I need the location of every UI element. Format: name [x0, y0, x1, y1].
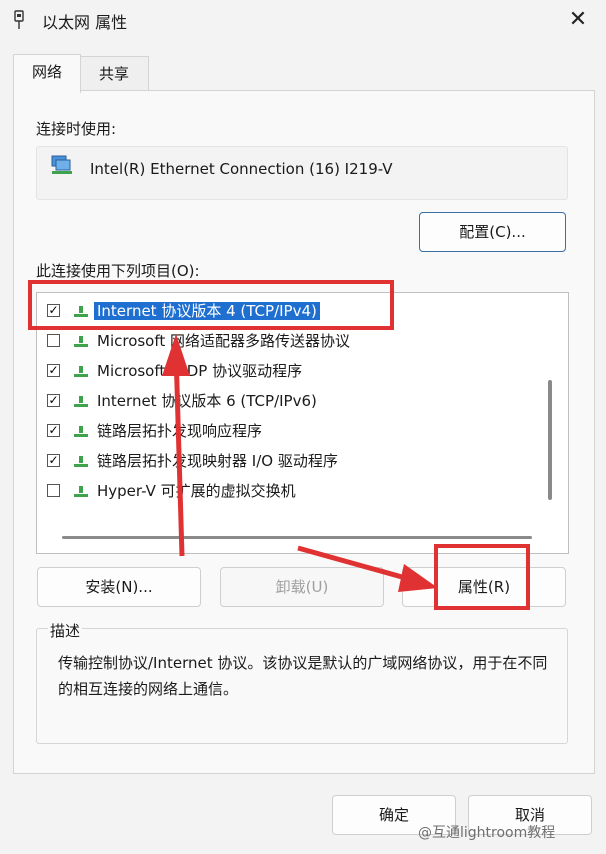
- tab-sharing[interactable]: 共享: [79, 56, 149, 91]
- network-adapter-icon: [14, 10, 24, 29]
- adapter-name: Intel(R) Ethernet Connection (16) I219-V: [90, 160, 393, 178]
- list-item-label: Internet 协议版本 6 (TCP/IPv6): [97, 392, 317, 410]
- protocol-icon: [74, 336, 88, 347]
- checkbox[interactable]: ✓: [47, 454, 60, 467]
- checkbox[interactable]: ✓: [47, 394, 60, 407]
- vertical-scrollbar[interactable]: [548, 380, 552, 500]
- protocol-icon: [74, 366, 88, 377]
- protocol-icon: [74, 396, 88, 407]
- checkbox[interactable]: ✓: [47, 364, 60, 377]
- close-button[interactable]: ✕: [560, 4, 596, 36]
- configure-button[interactable]: 配置(C)...: [419, 212, 566, 252]
- checkbox[interactable]: [47, 334, 60, 347]
- list-item-label: 链路层拓扑发现响应程序: [97, 422, 263, 440]
- protocol-icon: [74, 486, 88, 497]
- checkbox[interactable]: ✓: [47, 424, 60, 437]
- checkbox[interactable]: [47, 484, 60, 497]
- uninstall-button[interactable]: 卸载(U): [220, 567, 384, 607]
- protocol-icon: [74, 426, 88, 437]
- tab-networking[interactable]: 网络: [13, 54, 81, 93]
- list-item-label: Microsoft 网络适配器多路传送器协议: [97, 332, 351, 350]
- protocol-icon: [74, 456, 88, 467]
- network-adapter-icon: [51, 155, 72, 174]
- list-item-label: Microsoft LLDP 协议驱动程序: [97, 362, 303, 380]
- description-text: 传输控制协议/Internet 协议。该协议是默认的广域网络协议，用于在不同的相…: [58, 654, 548, 698]
- list-item-label: Hyper-V 可扩展的虚拟交换机: [97, 482, 296, 500]
- highlight-box-properties: [434, 544, 530, 610]
- items-list[interactable]: ✓ Internet 协议版本 4 (TCP/IPv4) Microsoft 网…: [36, 292, 569, 554]
- window-title: 以太网 属性: [42, 13, 128, 32]
- horizontal-scrollbar[interactable]: [62, 536, 532, 539]
- connect-using-label: 连接时使用:: [36, 120, 117, 138]
- items-label: 此连接使用下列项目(O):: [36, 262, 200, 280]
- watermark: @互通lightroom教程: [418, 825, 556, 841]
- install-button[interactable]: 安装(N)...: [37, 567, 201, 607]
- highlight-box-ipv4: [28, 280, 394, 330]
- list-item-label: 链路层拓扑发现映射器 I/O 驱动程序: [97, 452, 338, 470]
- close-icon: ✕: [568, 7, 588, 32]
- description-title: 描述: [48, 620, 83, 641]
